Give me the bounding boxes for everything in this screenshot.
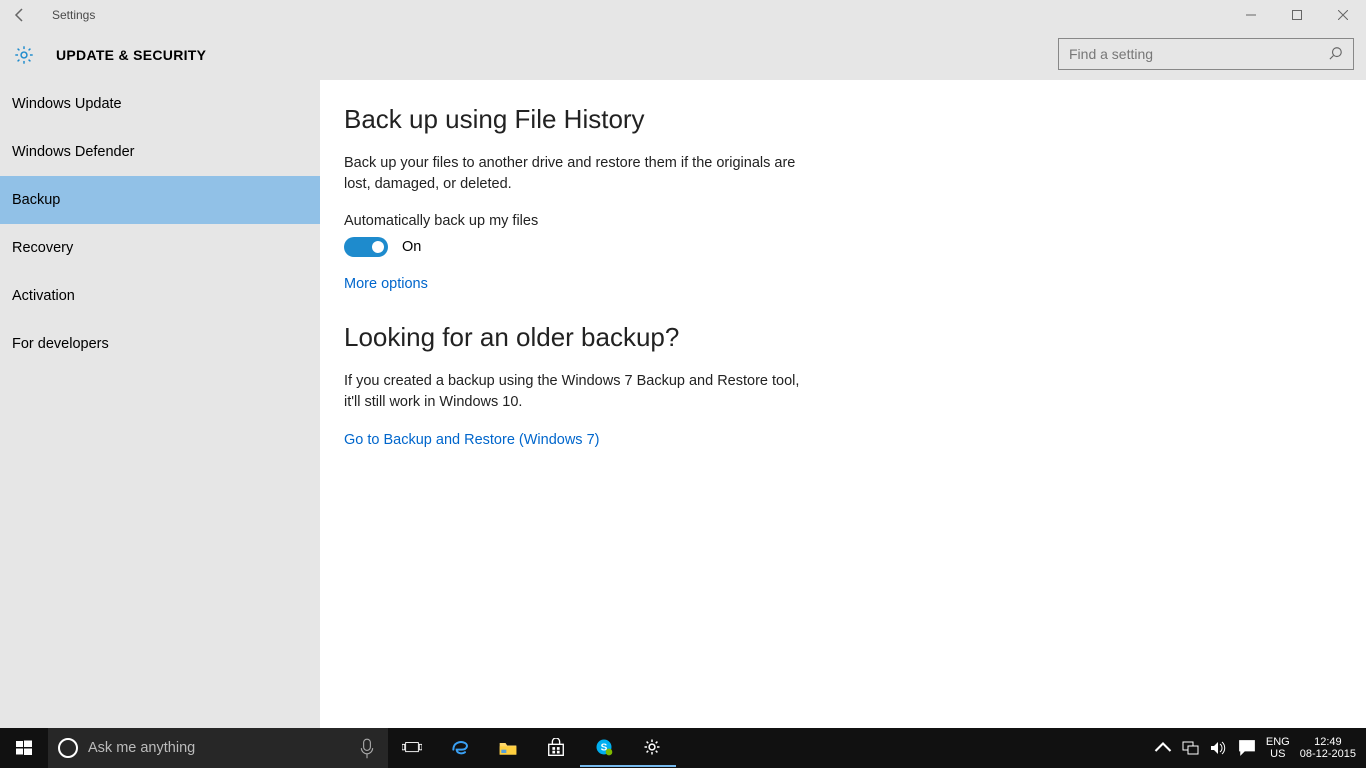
gear-icon [13,44,35,66]
paragraph-older-backup-description: If you created a backup using the Window… [344,371,804,413]
tray-volume-icon[interactable] [1210,739,1228,757]
search-input[interactable] [1069,46,1329,62]
clock-time: 12:49 [1300,736,1356,748]
tray-network-icon[interactable] [1182,739,1200,757]
tray-action-center-icon[interactable] [1238,739,1256,757]
paragraph-file-history-description: Back up your files to another drive and … [344,153,804,195]
language-code-bottom: US [1266,748,1290,760]
sidebar-item-recovery[interactable]: Recovery [0,224,320,272]
network-icon [1182,741,1200,755]
minimize-button[interactable] [1228,0,1274,30]
folder-icon [498,738,518,758]
titlebar: Settings [0,0,1366,30]
maximize-icon [1292,10,1302,20]
window-title: Settings [52,8,95,22]
close-icon [1338,10,1348,20]
tray-clock[interactable]: 12:49 08-12-2015 [1300,736,1356,760]
content-area: Back up using File History Back up your … [320,80,1366,728]
task-view-icon [402,738,422,758]
cortana-placeholder: Ask me anything [88,740,195,756]
sidebar-item-windows-defender[interactable]: Windows Defender [0,128,320,176]
section-title: UPDATE & SECURITY [56,47,206,63]
task-view-button[interactable] [388,728,436,768]
toggle-knob-icon [372,241,384,253]
heading-older-backup: Looking for an older backup? [344,322,1342,353]
sidebar-item-label: For developers [12,336,109,352]
heading-file-history: Back up using File History [344,104,1342,135]
cortana-search[interactable]: Ask me anything [48,728,388,768]
body: Windows Update Windows Defender Backup R… [0,80,1366,728]
settings-gear-icon [10,41,38,69]
sidebar: Windows Update Windows Defender Backup R… [0,80,320,728]
window-control-buttons [1228,0,1366,30]
auto-backup-toggle[interactable] [344,237,388,257]
gear-icon [642,737,662,757]
sidebar-item-for-developers[interactable]: For developers [0,320,320,368]
sidebar-item-label: Backup [12,192,60,208]
skype-icon: S [594,737,614,757]
sidebar-item-label: Windows Update [12,96,122,112]
system-tray: ENG US 12:49 08-12-2015 [1154,736,1366,760]
start-button[interactable] [0,728,48,768]
auto-backup-toggle-row: On [344,237,1342,257]
tray-language[interactable]: ENG US [1266,736,1290,760]
close-button[interactable] [1320,0,1366,30]
taskbar-app-skype[interactable]: S [580,729,628,767]
edge-icon [450,738,470,758]
search-icon [1329,46,1345,62]
microphone-icon[interactable] [358,738,376,756]
taskbar-app-file-explorer[interactable] [484,728,532,768]
sidebar-item-windows-update[interactable]: Windows Update [0,80,320,128]
search-box[interactable] [1058,38,1354,70]
windows-logo-icon [16,740,32,756]
minimize-icon [1246,10,1256,20]
taskbar-app-store[interactable] [532,728,580,768]
speaker-icon [1210,741,1228,755]
language-code-top: ENG [1266,736,1290,748]
store-icon [546,738,566,758]
tray-show-hidden-icons[interactable] [1154,739,1172,757]
sidebar-item-label: Activation [12,288,75,304]
settings-header: UPDATE & SECURITY [0,30,1366,80]
taskbar: Ask me anything S ENG [0,728,1366,768]
back-button[interactable] [0,0,40,30]
sidebar-item-backup[interactable]: Backup [0,176,320,224]
maximize-button[interactable] [1274,0,1320,30]
clock-date: 08-12-2015 [1300,748,1356,760]
taskbar-app-edge[interactable] [436,728,484,768]
sidebar-item-activation[interactable]: Activation [0,272,320,320]
cortana-ring-icon [58,738,78,758]
taskbar-app-settings[interactable] [628,729,676,767]
toggle-label: Automatically back up my files [344,213,1342,229]
notifications-icon [1238,739,1256,757]
chevron-up-icon [1154,742,1172,754]
sidebar-item-label: Recovery [12,240,73,256]
more-options-link[interactable]: More options [344,276,428,292]
sidebar-item-label: Windows Defender [12,144,135,160]
backup-restore-win7-link[interactable]: Go to Backup and Restore (Windows 7) [344,432,599,448]
toggle-state-text: On [402,239,421,255]
back-arrow-icon [12,7,28,23]
